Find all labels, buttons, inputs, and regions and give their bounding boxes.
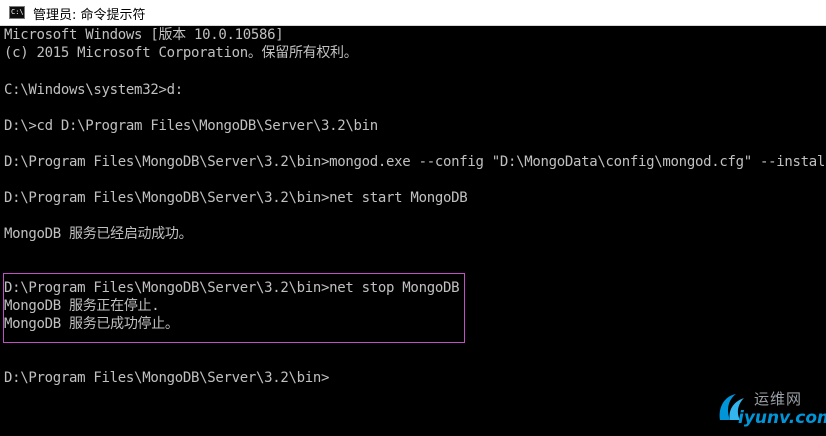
window-title: 管理员: 命令提示符 [33, 8, 146, 23]
console-output[interactable]: Microsoft Windows [版本 10.0.10586] (c) 20… [0, 26, 826, 436]
title-bar[interactable]: C:\ 管理员: 命令提示符 [0, 0, 826, 26]
cmd-icon: C:\ [9, 6, 25, 19]
console-line: C:\Windows\system32>d: [4, 82, 183, 98]
watermark-text-bottom: iyunv.com [738, 408, 826, 428]
console-line: D:\>cd D:\Program Files\MongoDB\Server\3… [4, 118, 378, 134]
console-line: D:\Program Files\MongoDB\Server\3.2\bin> [4, 370, 330, 386]
watermark-text-top: 运维网 [754, 390, 803, 408]
highlight-box [3, 273, 465, 343]
console-line: (c) 2015 Microsoft Corporation。保留所有权利。 [4, 45, 358, 61]
console-line: Microsoft Windows [版本 10.0.10586] [4, 27, 284, 43]
console-line: D:\Program Files\MongoDB\Server\3.2\bin>… [4, 154, 826, 170]
console-line: MongoDB 服务已经启动成功。 [4, 226, 193, 242]
watermark: 运维网 iyunv.com [714, 388, 826, 432]
console-line: D:\Program Files\MongoDB\Server\3.2\bin>… [4, 190, 468, 206]
